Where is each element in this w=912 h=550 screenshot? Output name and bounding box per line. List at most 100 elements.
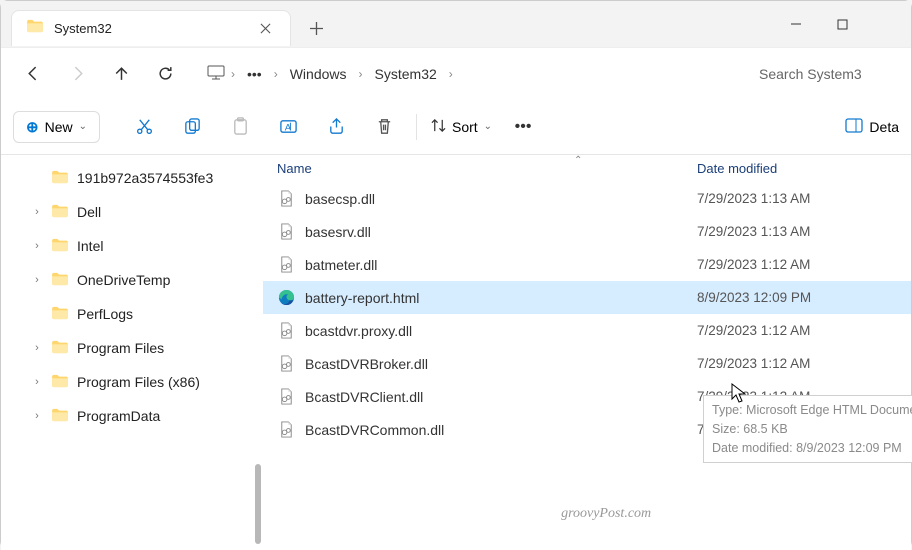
paste-button[interactable] xyxy=(218,107,264,147)
chevron-right-icon[interactable]: › xyxy=(229,67,237,81)
file-date: 7/29/2023 1:12 AM xyxy=(697,257,897,272)
minimize-button[interactable] xyxy=(773,4,819,44)
file-name: BcastDVRCommon.dll xyxy=(305,422,687,438)
file-row[interactable]: BcastDVRBroker.dll7/29/2023 1:12 AM xyxy=(263,347,911,380)
file-name: battery-report.html xyxy=(305,290,687,306)
breadcrumb-ellipsis[interactable]: ••• xyxy=(241,62,268,86)
rename-button[interactable]: A xyxy=(266,107,312,147)
new-tab-button[interactable] xyxy=(299,11,333,45)
folder-icon xyxy=(51,170,69,187)
breadcrumb[interactable]: › ••• › Windows › System32 › xyxy=(207,62,745,86)
sidebar-item[interactable]: ›ProgramData xyxy=(1,399,263,433)
expand-icon[interactable]: › xyxy=(31,376,43,388)
action-bar: ⊕ New ⌄ A Sort ⌄ ••• Deta xyxy=(1,99,911,155)
sidebar-item-label: Program Files xyxy=(77,340,164,356)
details-label: Deta xyxy=(869,119,899,135)
sidebar-item[interactable]: › OneDriveTemp xyxy=(1,263,263,297)
file-name: basesrv.dll xyxy=(305,224,687,240)
new-label: New xyxy=(45,119,73,135)
more-button[interactable]: ••• xyxy=(500,107,546,147)
forward-button[interactable] xyxy=(57,54,97,94)
sidebar-item[interactable]: › Intel xyxy=(1,229,263,263)
expand-icon[interactable]: › xyxy=(31,240,43,252)
file-row[interactable]: bcastdvr.proxy.dll 7/29/2023 1:12 AM xyxy=(263,314,911,347)
plus-icon: ⊕ xyxy=(26,118,39,136)
dll-icon xyxy=(277,322,295,340)
folder-icon xyxy=(51,306,69,323)
chevron-right-icon[interactable]: › xyxy=(357,67,365,81)
file-name: BcastDVRClient.dll xyxy=(305,389,687,405)
search-input[interactable]: Search System3 xyxy=(749,58,899,90)
up-button[interactable] xyxy=(101,54,141,94)
sidebar-item[interactable]: › Program Files xyxy=(1,331,263,365)
expand-icon[interactable]: › xyxy=(31,410,43,422)
main-content: 191b972a3574553fe3 › Dell › Intel › OneDriveTe… xyxy=(1,155,911,550)
maximize-button[interactable] xyxy=(819,4,865,44)
chevron-right-icon[interactable]: › xyxy=(447,67,455,81)
file-name: bcastdvr.proxy.dll xyxy=(305,323,687,339)
sidebar-item-label: 191b972a3574553fe3 xyxy=(77,170,213,186)
breadcrumb-windows[interactable]: Windows xyxy=(284,62,353,86)
share-button[interactable] xyxy=(314,107,360,147)
file-row[interactable]: battery-report.html8/9/2023 12:09 PM xyxy=(263,281,911,314)
cut-button[interactable] xyxy=(122,107,168,147)
sidebar-item[interactable]: 191b972a3574553fe3 xyxy=(1,161,263,195)
sidebar-item-label: Program Files (x86) xyxy=(77,374,200,390)
column-date[interactable]: Date modified xyxy=(697,161,897,176)
column-name[interactable]: Name xyxy=(277,161,697,176)
close-tab-button[interactable] xyxy=(254,18,276,40)
file-name: batmeter.dll xyxy=(305,257,687,273)
details-icon xyxy=(845,118,863,136)
back-button[interactable] xyxy=(13,54,53,94)
sidebar-item-label: Intel xyxy=(77,238,103,254)
file-name: BcastDVRBroker.dll xyxy=(305,356,687,372)
file-date: 7/29/2023 1:12 AM xyxy=(697,323,897,338)
refresh-button[interactable] xyxy=(145,54,185,94)
chevron-down-icon: ⌄ xyxy=(79,121,87,132)
file-date: 7/29/2023 1:13 AM xyxy=(697,191,897,206)
tab-title: System32 xyxy=(54,21,244,36)
copy-button[interactable] xyxy=(170,107,216,147)
file-row[interactable]: batmeter.dll 7/29/2023 1:12 AM xyxy=(263,248,911,281)
folder-icon xyxy=(51,272,69,289)
active-tab[interactable]: System32 xyxy=(11,10,291,46)
file-name: basecsp.dll xyxy=(305,191,687,207)
file-row[interactable]: basesrv.dll 7/29/2023 1:13 AM xyxy=(263,215,911,248)
list-header: Name Date modified xyxy=(263,155,911,182)
dll-icon xyxy=(277,355,295,373)
dll-icon xyxy=(277,223,295,241)
watermark: groovyPost.com xyxy=(561,506,651,522)
folder-icon xyxy=(26,19,44,38)
sidebar-item[interactable]: › Dell xyxy=(1,195,263,229)
expand-icon[interactable]: › xyxy=(31,274,43,286)
tooltip-date: Date modified: 8/9/2023 12:09 PM xyxy=(712,439,912,458)
dll-icon xyxy=(277,421,295,439)
expand-icon[interactable]: › xyxy=(31,206,43,218)
dll-icon xyxy=(277,190,295,208)
details-button[interactable]: Deta xyxy=(845,118,899,136)
file-date: 7/29/2023 1:13 AM xyxy=(697,224,897,239)
breadcrumb-system32[interactable]: System32 xyxy=(369,62,443,86)
folder-icon xyxy=(51,374,69,391)
sort-label: Sort xyxy=(452,119,478,135)
folder-icon xyxy=(51,204,69,221)
folder-icon xyxy=(51,408,69,425)
placeholder xyxy=(865,4,911,44)
new-button[interactable]: ⊕ New ⌄ xyxy=(13,111,100,143)
tooltip-size: Size: 68.5 KB xyxy=(712,420,912,439)
sidebar-item-label: Dell xyxy=(77,204,101,220)
pc-icon[interactable] xyxy=(207,65,225,83)
titlebar: System32 xyxy=(1,1,911,47)
dll-icon xyxy=(277,256,295,274)
nav-toolbar: › ••• › Windows › System32 › Search Syst… xyxy=(1,47,911,99)
chevron-right-icon[interactable]: › xyxy=(272,67,280,81)
file-row[interactable]: basecsp.dll 7/29/2023 1:13 AM xyxy=(263,182,911,215)
sidebar-item[interactable]: PerfLogs xyxy=(1,297,263,331)
sidebar-item[interactable]: › Program Files (x86) xyxy=(1,365,263,399)
sidebar-item-label: OneDriveTemp xyxy=(77,272,170,288)
scrollbar-thumb[interactable] xyxy=(255,464,261,544)
folder-icon xyxy=(51,340,69,357)
expand-icon[interactable]: › xyxy=(31,342,43,354)
delete-button[interactable] xyxy=(362,107,408,147)
sort-button[interactable]: Sort ⌄ xyxy=(425,114,498,140)
